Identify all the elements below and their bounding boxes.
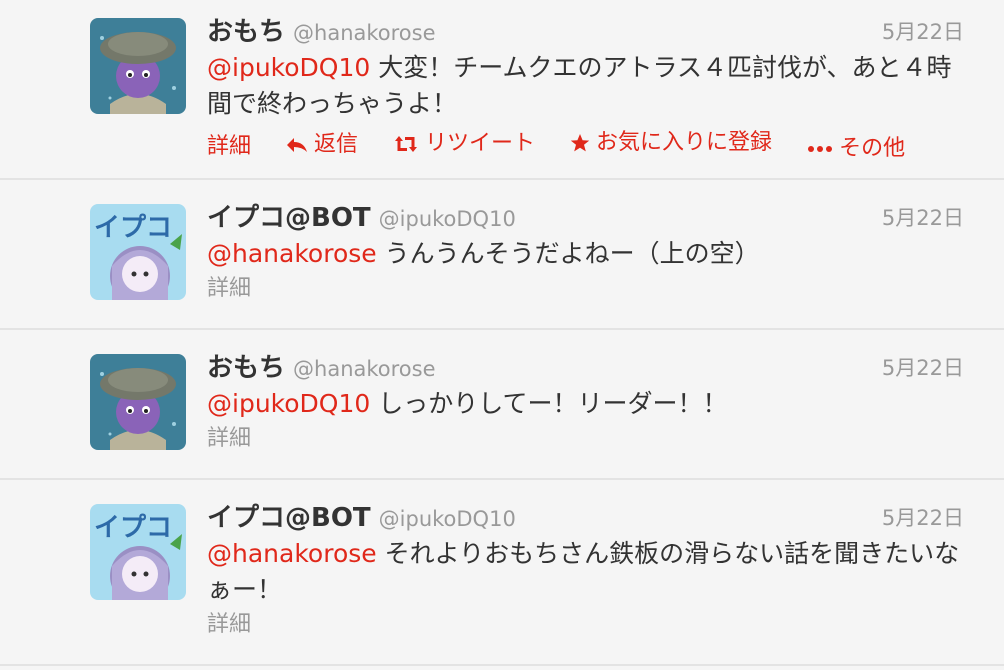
retweet-icon xyxy=(395,136,418,152)
detail-link[interactable]: 詳細 xyxy=(207,130,251,164)
tweet: イプコ イプコ@BOT @ipukoDQ10 5月22日 @hanakorose … xyxy=(0,180,1004,330)
retweet-label: リツイート xyxy=(425,131,536,156)
tweet-actions: 詳細 返信 リツイート お気に入りに登録 その他 xyxy=(207,126,964,162)
tweet-text: @hanakorose それよりおもちさん鉄板の滑らない話を聞きたいなぁー！ xyxy=(207,536,964,608)
timestamp[interactable]: 5月22日 xyxy=(882,350,964,386)
author-name[interactable]: おもち xyxy=(207,353,285,383)
timestamp[interactable]: 5月22日 xyxy=(882,200,964,236)
avatar[interactable] xyxy=(90,354,186,450)
omochi-avatar xyxy=(90,18,186,114)
avatar[interactable] xyxy=(90,18,186,114)
ipuko-avatar: イプコ xyxy=(90,504,186,600)
tweet-body: うんうんそうだよねー（上の空） xyxy=(376,239,760,268)
avatar[interactable]: イプコ xyxy=(90,204,186,300)
tweet: おもち @hanakorose 5月22日 @ipukoDQ10 しっかりしてー！… xyxy=(0,330,1004,480)
mention-link[interactable]: @ipukoDQ10 xyxy=(207,389,370,418)
timeline: おもち @hanakorose 5月22日 @ipukoDQ10 大変！チームクエ… xyxy=(0,0,1004,670)
author-handle[interactable]: @ipukoDQ10 xyxy=(379,507,516,531)
author-handle[interactable]: @ipukoDQ10 xyxy=(379,207,516,231)
star-icon xyxy=(570,134,590,152)
timestamp[interactable]: 5月22日 xyxy=(882,500,964,536)
more-icon xyxy=(808,146,833,152)
mention-link[interactable]: @hanakorose xyxy=(207,239,377,268)
ipuko-badge: イプコ xyxy=(94,212,172,242)
mention-link[interactable]: @hanakorose xyxy=(207,539,377,568)
omochi-avatar xyxy=(90,354,186,450)
ipuko-avatar: イプコ xyxy=(90,204,186,300)
author-name[interactable]: おもち xyxy=(207,17,285,47)
tweet-text: @ipukoDQ10 しっかりしてー！リーダー！！ xyxy=(207,386,964,422)
tweet-text: @hanakorose うんうんそうだよねー（上の空） xyxy=(207,236,964,272)
more-button[interactable]: その他 xyxy=(807,132,905,166)
mention-link[interactable]: @ipukoDQ10 xyxy=(207,53,370,82)
avatar[interactable]: イプコ xyxy=(90,504,186,600)
retweet-button[interactable]: リツイート xyxy=(393,127,535,161)
timestamp[interactable]: 5月22日 xyxy=(882,14,964,50)
detail-link[interactable]: 詳細 xyxy=(207,608,964,642)
reply-icon xyxy=(287,138,308,152)
author-handle[interactable]: @hanakorose xyxy=(293,21,436,45)
tweet-body: しっかりしてー！リーダー！！ xyxy=(370,389,728,418)
favorite-label: お気に入りに登録 xyxy=(596,130,773,155)
author-name[interactable]: イプコ@BOT xyxy=(207,503,371,533)
tweet: おもち @hanakorose 5月22日 @ipukoDQ10 大変！チームクエ… xyxy=(0,0,1004,180)
reply-label: 返信 xyxy=(314,132,359,157)
detail-link[interactable]: 詳細 xyxy=(207,422,964,456)
tweet: イプコ イプコ@BOT @ipukoDQ10 5月22日 @hanakorose … xyxy=(0,480,1004,666)
favorite-button[interactable]: お気に入りに登録 xyxy=(570,126,772,160)
tweet-text: @ipukoDQ10 大変！チームクエのアトラス４匹討伐が、あと４時間で終わっち… xyxy=(207,50,964,122)
author-handle[interactable]: @hanakorose xyxy=(293,357,436,381)
author-name[interactable]: イプコ@BOT xyxy=(207,203,371,233)
reply-button[interactable]: 返信 xyxy=(286,128,358,162)
more-label: その他 xyxy=(839,136,906,161)
ipuko-badge: イプコ xyxy=(94,512,172,542)
detail-label: 詳細 xyxy=(207,134,252,159)
detail-link[interactable]: 詳細 xyxy=(207,272,964,306)
